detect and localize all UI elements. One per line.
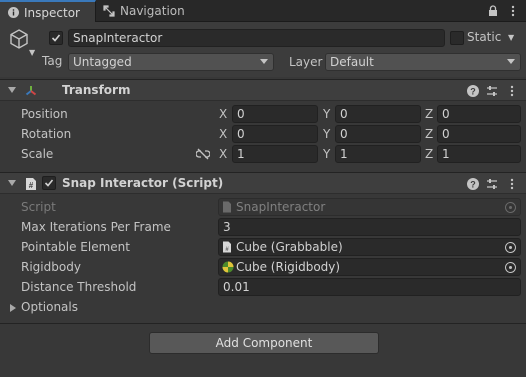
chevron-down-icon [260,59,268,64]
axis-x-label[interactable]: X [219,147,227,161]
pointable-element-field[interactable]: # Cube (Grabbable) [218,238,521,256]
rotation-x-field[interactable]: 0 [232,125,318,143]
axis-y-label[interactable]: Y [323,127,330,141]
transform-icon [24,84,38,98]
tab-bar: Inspector Navigation [0,0,526,23]
rotation-label: Rotation [21,127,72,141]
icon-dropdown-arrow-icon[interactable]: ▼ [29,48,35,57]
position-z-field[interactable]: 0 [437,105,521,123]
transform-header[interactable]: Transform ? [0,79,526,101]
tag-dropdown[interactable]: Untagged [68,53,274,71]
axis-x-label[interactable]: X [219,127,227,141]
gameobject-cube-icon[interactable] [8,28,30,50]
gameobject-header: ▼ SnapInteractor Static ▼ Tag Untagged L… [0,22,526,77]
navigation-icon [103,5,115,17]
component-enabled-checkbox[interactable] [42,176,56,190]
rigidbody-value: Cube (Rigidbody) [236,260,341,274]
static-checkbox[interactable] [450,31,464,45]
component-menu-icon[interactable] [505,84,519,98]
position-label: Position [21,107,68,121]
scale-z-field[interactable]: 1 [437,145,521,163]
transform-title: Transform [62,83,131,97]
distance-threshold-label: Distance Threshold [21,280,137,294]
add-component-button[interactable]: Add Component [149,332,379,354]
foldout-arrow-icon[interactable] [8,180,16,186]
divider [0,323,526,324]
rigidbody-icon [222,261,234,273]
object-picker-icon [505,202,516,213]
help-icon[interactable]: ? [466,177,480,191]
active-checkbox[interactable] [49,31,63,45]
distance-threshold-field[interactable]: 0.01 [218,278,521,296]
script-field: SnapInteractor [218,198,521,216]
scale-y-field[interactable]: 1 [335,145,421,163]
max-iterations-field[interactable]: 3 [218,218,521,236]
snap-interactor-header[interactable]: # Snap Interactor (Script) ? [0,172,526,194]
optionals-label: Optionals [21,300,78,314]
axis-z-label[interactable]: Z [425,147,433,161]
foldout-arrow-icon[interactable] [8,87,16,93]
pointable-element-value: Cube (Grabbable) [236,240,343,254]
axis-z-label[interactable]: Z [425,127,433,141]
chevron-down-icon [507,59,515,64]
svg-text:?: ? [470,87,476,97]
position-y-field[interactable]: 0 [335,105,421,123]
script-file-icon [222,201,234,213]
tab-navigation-label: Navigation [120,4,185,18]
position-x-field[interactable]: 0 [232,105,318,123]
scale-x-field[interactable]: 1 [232,145,318,163]
help-icon[interactable]: ? [466,84,480,98]
optionals-foldout[interactable]: Optionals [0,300,200,316]
object-picker-icon[interactable] [505,262,516,273]
tag-label: Tag [42,54,63,68]
foldout-right-arrow-icon[interactable] [10,304,16,312]
axis-y-label[interactable]: Y [323,107,330,121]
object-picker-icon[interactable] [505,242,516,253]
tab-inspector-label: Inspector [24,5,80,20]
kebab-menu-icon[interactable] [507,4,519,18]
gameobject-name-field[interactable]: SnapInteractor [68,29,445,47]
pointable-element-label: Pointable Element [21,240,130,254]
max-iterations-label: Max Iterations Per Frame [21,220,171,234]
tab-navigation[interactable]: Navigation [97,0,207,22]
axis-y-label[interactable]: Y [323,147,330,161]
rotation-z-field[interactable]: 0 [437,125,521,143]
tab-inspector[interactable]: Inspector [0,0,96,23]
rigidbody-field[interactable]: Cube (Rigidbody) [218,258,521,276]
tag-value: Untagged [73,55,132,69]
static-dropdown-arrow-icon[interactable]: ▼ [508,33,514,42]
component-menu-icon[interactable] [505,177,519,191]
snap-interactor-title: Snap Interactor (Script) [62,176,224,190]
rigidbody-label: Rigidbody [21,260,81,274]
presets-icon[interactable] [485,84,499,98]
layer-dropdown[interactable]: Default [325,53,521,71]
script-icon: # [24,177,38,191]
script-label: Script [21,200,56,214]
svg-text:#: # [29,181,34,190]
scale-label: Scale [21,147,54,161]
constrain-proportions-icon[interactable] [196,147,210,161]
layer-label: Layer [289,55,323,69]
svg-text:?: ? [470,180,476,190]
axis-z-label[interactable]: Z [425,107,433,121]
rotation-y-field[interactable]: 0 [335,125,421,143]
static-label: Static [467,30,502,44]
axis-x-label[interactable]: X [219,107,227,121]
lock-icon[interactable] [487,4,499,18]
info-icon [8,7,19,18]
layer-value: Default [330,55,374,69]
script-value: SnapInteractor [236,200,326,214]
presets-icon[interactable] [485,177,499,191]
script-file-icon: # [222,241,234,253]
